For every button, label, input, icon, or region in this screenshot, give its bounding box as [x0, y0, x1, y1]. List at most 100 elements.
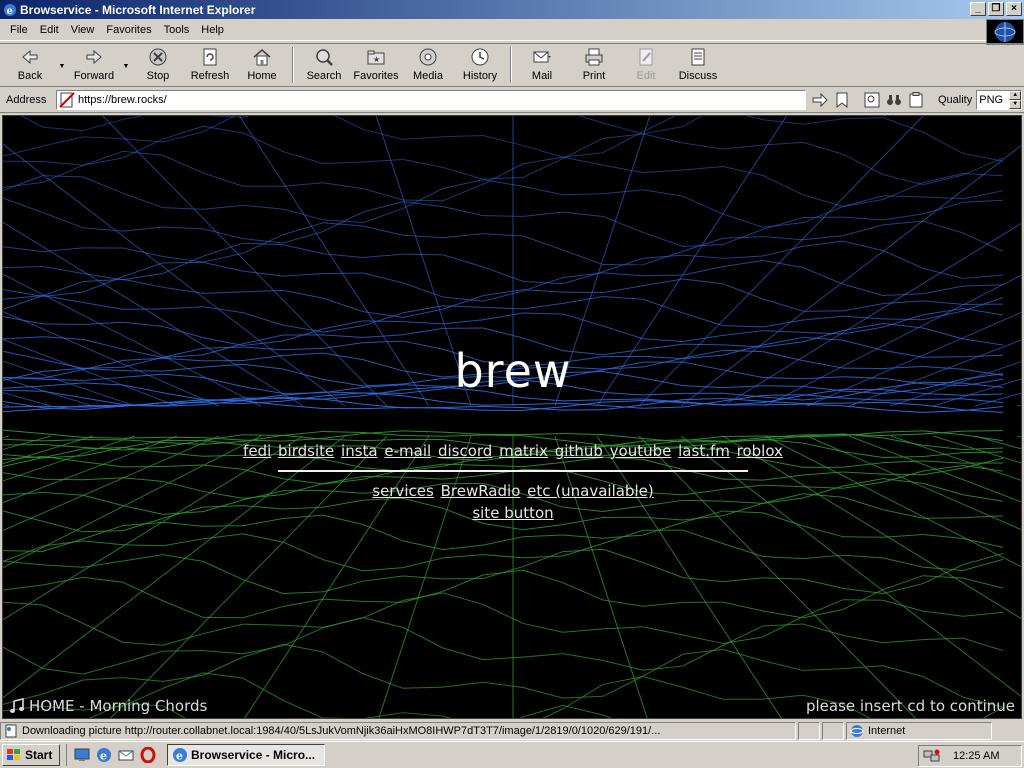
opera-quicklaunch-button[interactable] [137, 744, 159, 766]
find-next-button[interactable] [884, 90, 904, 110]
favorites-button[interactable]: ★ Favorites [350, 44, 402, 86]
task-browservice[interactable]: e Browservice - Micro... [167, 744, 325, 766]
find-button[interactable] [862, 90, 882, 110]
spin-up-icon[interactable]: ▲ [1009, 91, 1022, 100]
terrain-grid-line [922, 676, 964, 698]
terrain-grid-line [602, 626, 644, 630]
menu-view[interactable]: View [65, 24, 101, 36]
page-viewport[interactable]: brew fedi birdsite insta e-mail discord … [2, 115, 1022, 719]
terrain-grid-line [442, 166, 484, 180]
start-button[interactable]: Start [2, 744, 60, 766]
search-button[interactable]: Search [298, 44, 350, 86]
menu-file[interactable]: File [4, 24, 34, 36]
insert-cd-text: please insert cd to continue [805, 697, 1015, 715]
minimize-button[interactable]: _ [970, 2, 986, 16]
menu-favorites[interactable]: Favorites [100, 24, 157, 36]
home-button[interactable]: Home [236, 44, 288, 86]
terrain-grid-line [82, 662, 124, 675]
spin-down-icon[interactable]: ▼ [1009, 100, 1022, 109]
menu-help[interactable]: Help [195, 24, 230, 36]
terrain-grid-line [402, 430, 444, 433]
terrain-grid-line [322, 598, 364, 602]
terrain-grid-line [922, 575, 964, 579]
terrain-grid-line [282, 627, 324, 647]
terrain-grid-line [442, 574, 484, 592]
menu-edit[interactable]: Edit [34, 24, 65, 36]
terrain-grid-line [442, 544, 484, 551]
terrain-grid-line [562, 291, 604, 294]
terrain-grid-line [362, 406, 404, 410]
stop-button[interactable]: Stop [132, 44, 184, 86]
task-label: Browservice - Micro... [191, 748, 316, 762]
terrain-grid-line [522, 145, 564, 158]
link-birdsite[interactable]: birdsite [278, 442, 334, 460]
terrain-grid-line [722, 330, 764, 336]
back-button[interactable]: Back [4, 44, 56, 86]
close-button[interactable]: × [1006, 2, 1022, 16]
terrain-grid-line [282, 541, 324, 561]
refresh-button[interactable]: Refresh [184, 44, 236, 86]
terrain-grid-line [242, 289, 284, 293]
svg-text:e: e [176, 750, 183, 763]
terrain-grid-line [522, 302, 564, 310]
quality-select[interactable]: PNG ▲ ▼ [976, 90, 1023, 110]
link-github[interactable]: github [555, 442, 603, 460]
link-insta[interactable]: insta [341, 442, 378, 460]
go-arrow-icon [812, 93, 828, 107]
back-dropdown[interactable]: ▼ [56, 44, 68, 86]
terrain-grid-line [682, 439, 724, 442]
terrain-grid-line [362, 253, 404, 259]
edit-button[interactable]: Edit [620, 44, 672, 86]
forward-dropdown[interactable]: ▼ [120, 44, 132, 86]
terrain-grid-line [402, 627, 444, 649]
link-site-button[interactable]: site button [472, 504, 553, 522]
clock[interactable]: 12:25 AM [953, 750, 999, 762]
clipboard-button[interactable] [906, 90, 926, 110]
discuss-button[interactable]: Discuss [672, 44, 724, 86]
terrain-grid-line [682, 577, 724, 583]
terrain-grid-line [442, 134, 484, 138]
link-youtube[interactable]: youtube [610, 442, 672, 460]
ie-quicklaunch-button[interactable]: e [93, 744, 115, 766]
quality-spinner[interactable]: ▲ ▼ [1009, 91, 1022, 109]
terrain-grid-line [842, 471, 884, 475]
terrain-grid-line [962, 405, 1004, 412]
outlook-quicklaunch-button[interactable] [115, 744, 137, 766]
link-brewradio[interactable]: BrewRadio [441, 482, 521, 500]
address-input[interactable] [78, 94, 778, 106]
link-matrix[interactable]: matrix [499, 442, 548, 460]
link-fedi[interactable]: fedi [243, 442, 271, 460]
bookmark-button[interactable] [832, 90, 852, 110]
link-services[interactable]: services [372, 482, 434, 500]
restore-button[interactable]: ❐ [988, 2, 1004, 16]
go-button[interactable] [810, 90, 830, 110]
terrain-grid-line [762, 556, 804, 560]
mail-button[interactable]: Mail [516, 44, 568, 86]
link-email[interactable]: e-mail [384, 442, 431, 460]
link-etc[interactable]: etc (unavailable) [527, 482, 654, 500]
terrain-grid-line [202, 656, 244, 676]
now-playing[interactable]: HOME - Morning Chords [9, 697, 207, 715]
terrain-grid-line [882, 117, 924, 133]
menu-tools[interactable]: Tools [158, 24, 196, 36]
print-button[interactable]: Print [568, 44, 620, 86]
terrain-grid-line [842, 634, 884, 644]
terrain-grid-line [362, 600, 404, 603]
terrain-grid-line [122, 192, 164, 209]
forward-button[interactable]: Forward [68, 44, 120, 86]
terrain-grid-line [122, 321, 164, 327]
terrain-grid-line [442, 431, 484, 435]
link-lastfm[interactable]: last.fm [678, 442, 730, 460]
link-discord[interactable]: discord [438, 442, 492, 460]
terrain-grid-line [602, 434, 644, 440]
show-desktop-button[interactable] [71, 744, 93, 766]
address-field[interactable] [56, 90, 806, 110]
terrain-grid-line [482, 656, 524, 661]
terrain-grid-line [680, 435, 1021, 697]
history-button[interactable]: History [454, 44, 506, 86]
network-icon[interactable] [923, 748, 941, 764]
media-button[interactable]: Media [402, 44, 454, 86]
terrain-grid-line [762, 660, 804, 671]
terrain-grid-line [922, 533, 964, 539]
link-roblox[interactable]: roblox [737, 442, 783, 460]
